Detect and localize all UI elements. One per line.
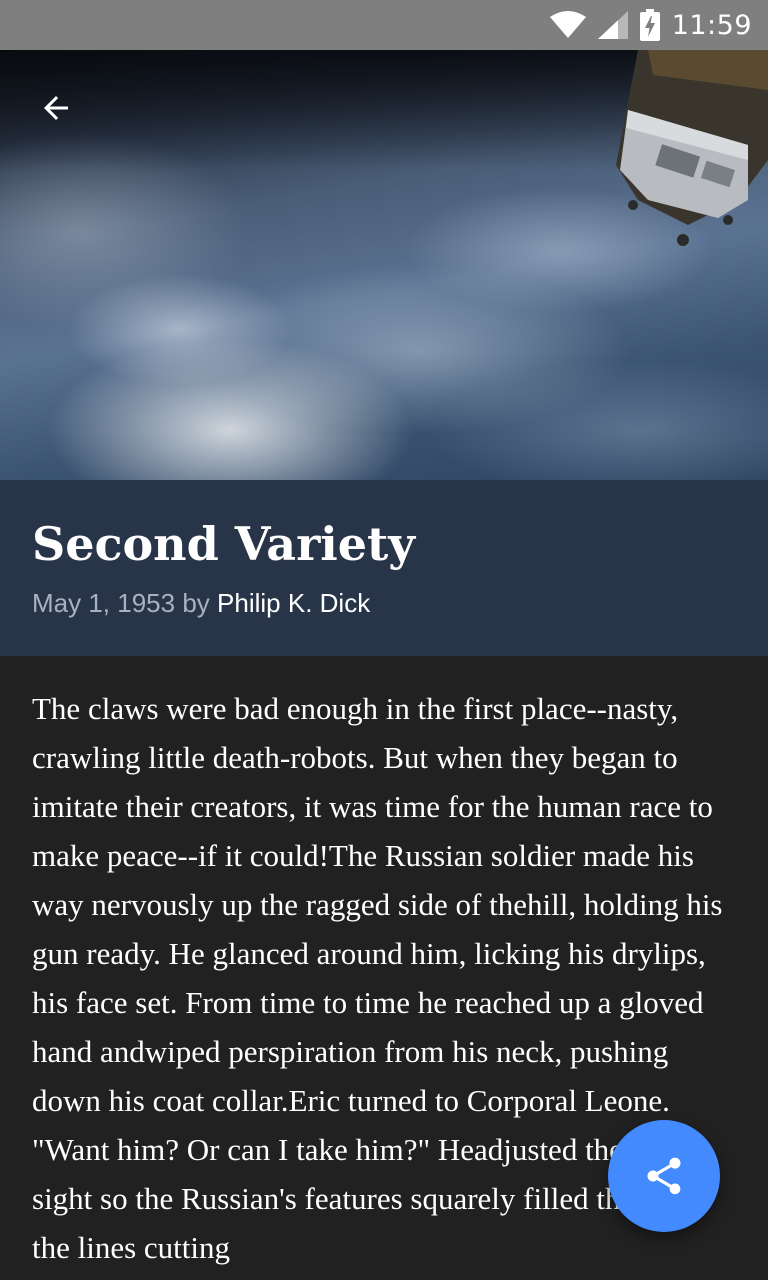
wifi-icon xyxy=(549,11,586,39)
article-header: Second Variety May 1, 1953 by Philip K. … xyxy=(0,480,768,656)
battery-charging-icon xyxy=(639,9,660,41)
article-author: Philip K. Dick xyxy=(217,588,371,618)
space-station-graphic xyxy=(616,50,768,246)
status-bar: 11:59 xyxy=(0,0,768,50)
back-button[interactable] xyxy=(28,80,84,136)
arrow-back-icon xyxy=(44,96,68,120)
article-date: May 1, 1953 xyxy=(32,588,176,618)
article-byline: May 1, 1953 by Philip K. Dick xyxy=(32,588,736,619)
share-button[interactable] xyxy=(608,1120,720,1232)
signal-icon xyxy=(597,11,628,39)
article-title: Second Variety xyxy=(32,517,416,571)
status-time: 11:59 xyxy=(671,9,752,41)
byline-by: by xyxy=(182,588,210,618)
hero-image xyxy=(0,50,768,480)
status-icons: 11:59 xyxy=(549,0,752,50)
share-icon xyxy=(647,1157,681,1195)
